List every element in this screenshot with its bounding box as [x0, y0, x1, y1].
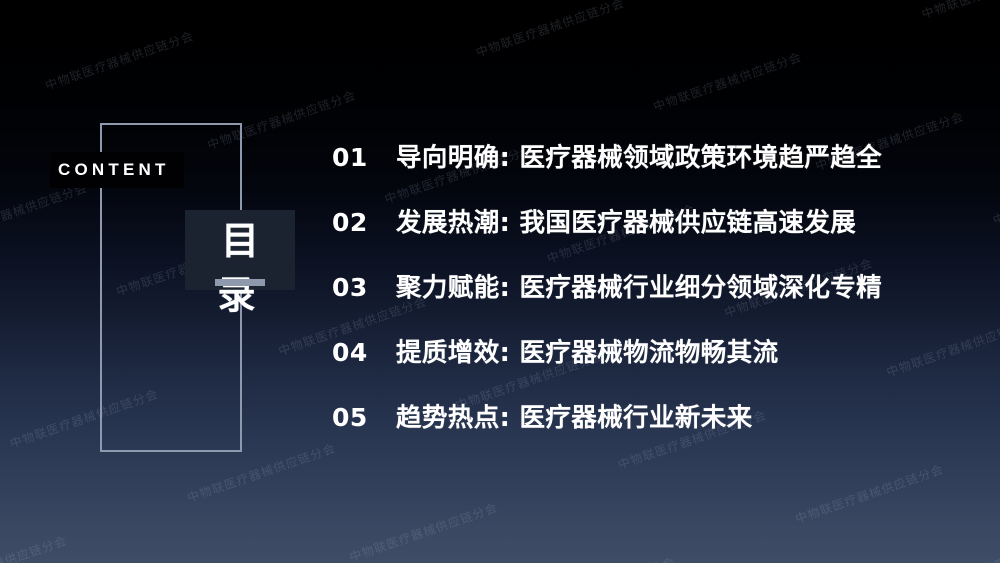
content-eyebrow-label: CONTENT: [50, 152, 184, 188]
watermark-text: 中物联医疗器械供应链分会: [474, 0, 627, 60]
toc-item-02[interactable]: 02 发展热潮: 我国医疗器械供应链高速发展: [332, 202, 882, 267]
toc-item-05[interactable]: 05 趋势热点: 医疗器械行业新未来: [332, 397, 882, 462]
watermark-text: 中物联医疗器械供应链分会: [991, 163, 1000, 228]
toc-number: 02: [332, 208, 368, 237]
watermark-text: 中物联医疗器械供应链分会: [347, 500, 500, 563]
toc-item-04[interactable]: 04 提质增效: 医疗器械物流物畅其流: [332, 332, 882, 397]
watermark-text: 中物联医疗器械供应链分会: [955, 521, 1000, 563]
watermark-text: 中物联医疗器械供应链分会: [0, 532, 69, 563]
toc-title: 趋势热点: 医疗器械行业新未来: [396, 403, 753, 433]
watermark-text: 中物联医疗器械供应链分会: [793, 462, 946, 527]
toc-title: 导向明确: 医疗器械领域政策环境趋严趋全: [396, 143, 883, 173]
watermark-text: 中物联医疗器械供应链分会: [0, 0, 19, 39]
watermark-text: 中物联医疗器械供应链分会: [0, 180, 90, 245]
watermark-row: 中物联医疗器械供应链分会 中物联医疗器械供应链分会 中物联医疗器械供应链分会 中…: [58, 523, 1000, 563]
watermark-text: 中物联医疗器械供应链分会: [43, 28, 196, 93]
toc-number: 05: [332, 403, 368, 432]
watermark-row: 中物联医疗器械供应链分会 中物联医疗器械供应链分会 中物联医疗器械供应链分会 中…: [0, 0, 1000, 132]
toc-number: 03: [332, 273, 368, 302]
watermark-text: 中物联医疗器械供应链分会: [919, 0, 1000, 23]
toc-number: 01: [332, 143, 368, 172]
toc-title: 提质增效: 医疗器械物流物畅其流: [396, 338, 779, 368]
accent-bar: [215, 279, 265, 286]
watermark-text: 中物联医疗器械供应链分会: [311, 0, 464, 1]
watermark-text: 中物联医疗器械供应链分会: [524, 553, 677, 563]
toc-item-01[interactable]: 01 导向明确: 医疗器械领域政策环境趋严趋全: [332, 137, 882, 202]
watermark-text: 中物联医疗器械供应链分会: [651, 50, 804, 115]
presentation-slide: 中物联医疗器械供应链分会 中物联医疗器械供应链分会 中物联医疗器械供应链分会 中…: [0, 0, 1000, 563]
toc-number: 04: [332, 338, 368, 367]
toc-title: 聚力赋能: 医疗器械行业细分领域深化专精: [396, 273, 883, 303]
toc-title: 发展热潮: 我国医疗器械供应链高速发展: [396, 208, 857, 238]
page-title: 目 录: [217, 219, 266, 317]
heading-box: 目 录: [185, 210, 295, 317]
table-of-contents: 01 导向明确: 医疗器械领域政策环境趋严趋全 02 发展热潮: 我国医疗器械供…: [332, 137, 882, 462]
watermark-text: 中物联医疗器械供应链分会: [884, 315, 1000, 380]
toc-item-03[interactable]: 03 聚力赋能: 医疗器械行业细分领域深化专精: [332, 267, 882, 332]
